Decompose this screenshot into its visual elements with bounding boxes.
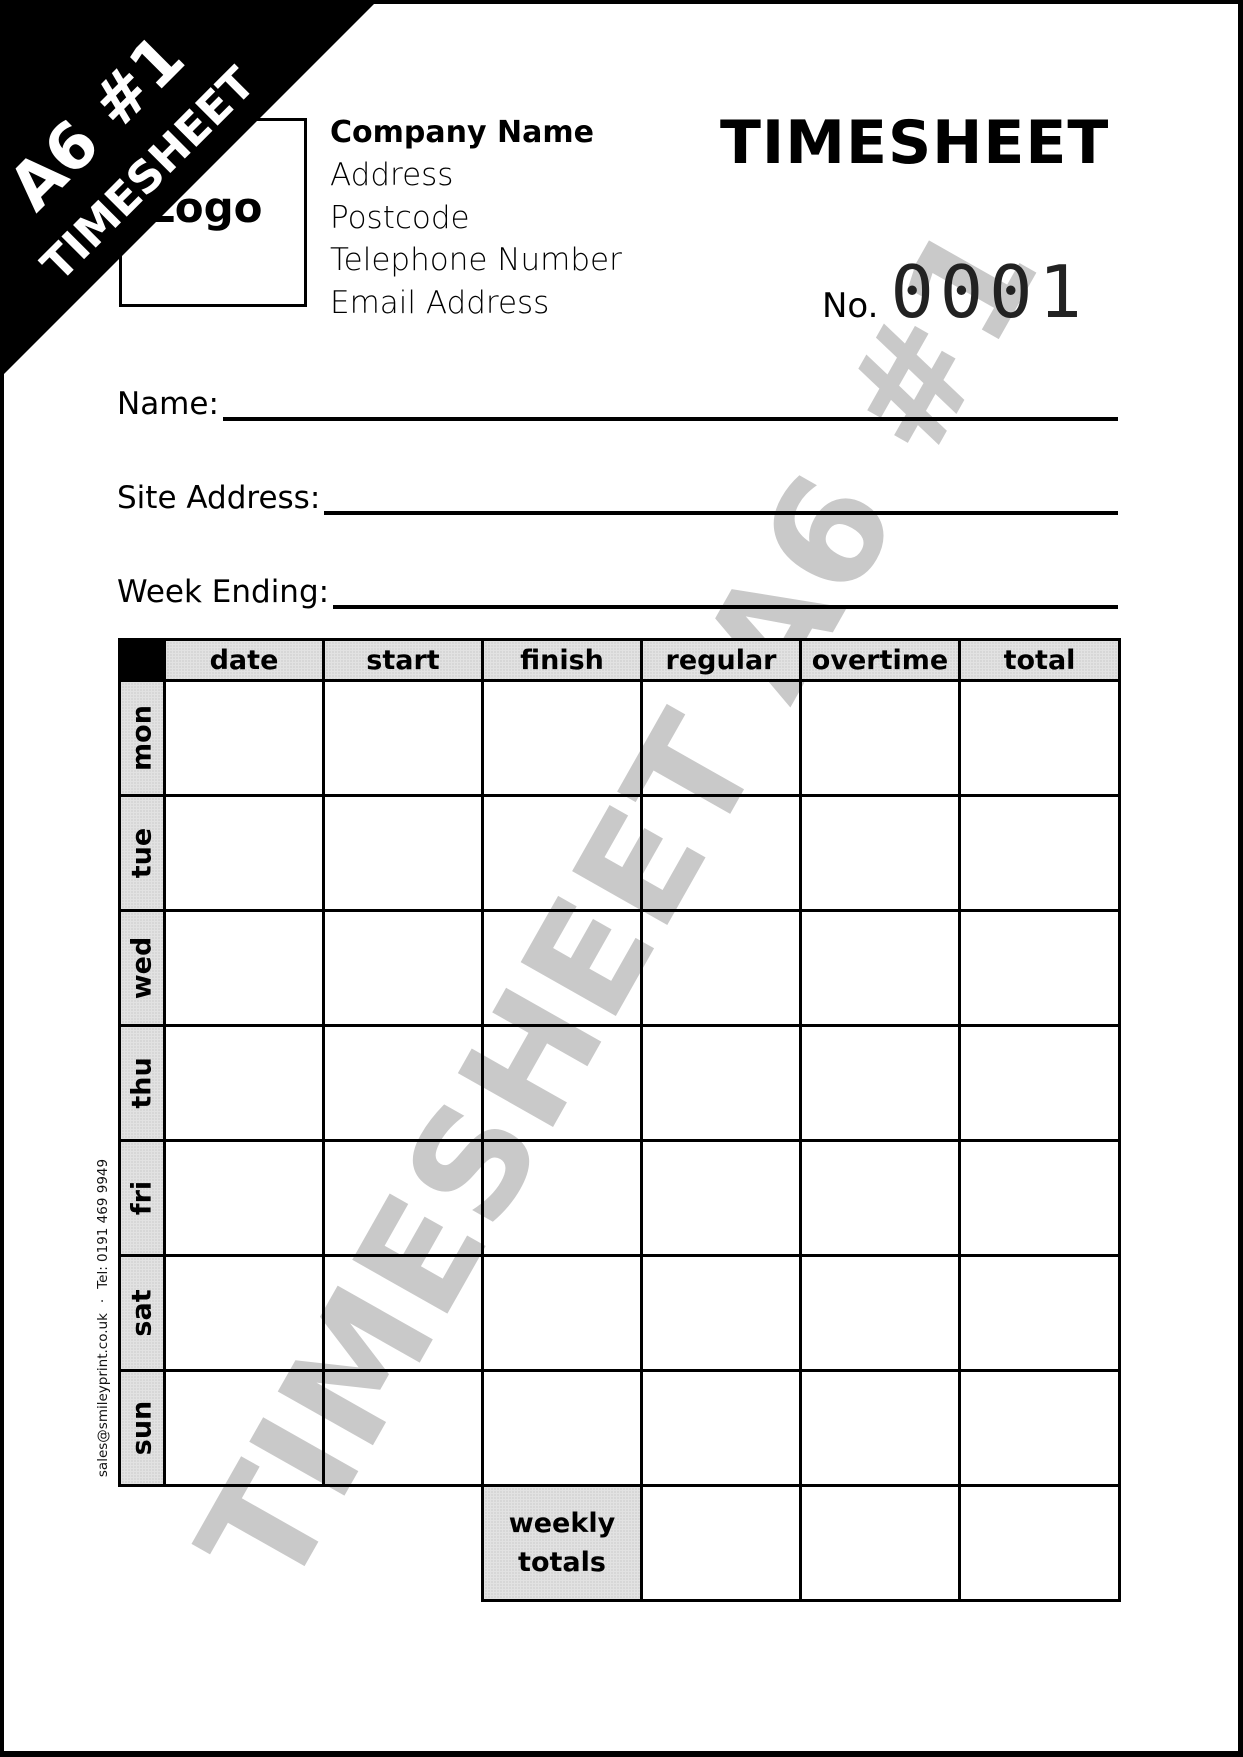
cell-fri-regular[interactable] xyxy=(640,1139,802,1257)
cell-sun-finish[interactable] xyxy=(481,1369,643,1487)
cell-sat-total[interactable] xyxy=(958,1254,1121,1372)
cell-mon-start[interactable] xyxy=(322,679,484,797)
column-header-date: date xyxy=(163,638,325,682)
cell-tue-start[interactable] xyxy=(322,794,484,912)
column-header-regular: regular xyxy=(640,638,802,682)
cell-sun-date[interactable] xyxy=(163,1369,325,1487)
cell-sun-start[interactable] xyxy=(322,1369,484,1487)
cell-sat-start[interactable] xyxy=(322,1254,484,1372)
cell-thu-start[interactable] xyxy=(322,1024,484,1142)
cell-sat-overtime[interactable] xyxy=(799,1254,961,1372)
name-input-line[interactable] xyxy=(222,416,1118,421)
cell-wed-finish[interactable] xyxy=(481,909,643,1027)
corner-banner: A6 #1 TIMESHEET xyxy=(0,0,380,380)
day-label: fri xyxy=(126,1180,158,1216)
day-label-cell: fri xyxy=(118,1139,166,1257)
weekly-total-total[interactable] xyxy=(958,1484,1121,1602)
document-title: TIMESHEET xyxy=(720,108,1110,178)
cell-tue-overtime[interactable] xyxy=(799,794,961,912)
day-label-cell: mon xyxy=(118,679,166,797)
document-number-prefix: No. xyxy=(822,286,879,326)
weekly-totals-label: weekly totals xyxy=(481,1484,643,1602)
cell-fri-total[interactable] xyxy=(958,1139,1121,1257)
column-header-overtime: overtime xyxy=(799,638,961,682)
corner-banner-triangle: A6 #1 TIMESHEET xyxy=(0,0,378,378)
cell-fri-finish[interactable] xyxy=(481,1139,643,1257)
cell-mon-finish[interactable] xyxy=(481,679,643,797)
cell-sun-total[interactable] xyxy=(958,1369,1121,1487)
day-label-cell: tue xyxy=(118,794,166,912)
printer-email: sales@smileyprint.co.uk xyxy=(95,1313,111,1478)
cell-sat-date[interactable] xyxy=(163,1254,325,1372)
cell-sat-finish[interactable] xyxy=(481,1254,643,1372)
cell-tue-total[interactable] xyxy=(958,794,1121,912)
cell-thu-finish[interactable] xyxy=(481,1024,643,1142)
document-number-value: 0001 xyxy=(890,250,1088,334)
printer-contact: sales@smileyprint.co.uk · Tel: 0191 469 99… xyxy=(95,1159,111,1477)
cell-fri-date[interactable] xyxy=(163,1139,325,1257)
week-ending-label: Week Ending: xyxy=(117,574,330,610)
day-label-cell: thu xyxy=(118,1024,166,1142)
name-field[interactable]: Name: xyxy=(117,386,1118,422)
cell-sat-regular[interactable] xyxy=(640,1254,802,1372)
site-address-field[interactable]: Site Address: xyxy=(117,480,1118,516)
column-header-finish: finish xyxy=(481,638,643,682)
day-label: thu xyxy=(126,1057,158,1109)
table-row-thu: thu xyxy=(118,1024,1121,1142)
table-row-fri: fri xyxy=(118,1139,1121,1257)
day-label: mon xyxy=(126,705,158,771)
table-row-tue: tue xyxy=(118,794,1121,912)
weekly-totals-spacer xyxy=(120,1486,483,1601)
day-label: sun xyxy=(126,1400,158,1456)
printer-contact-separator: · xyxy=(95,1298,111,1304)
printer-phone: Tel: 0191 469 9949 xyxy=(95,1158,111,1289)
weekly-totals-row: weekly totals xyxy=(120,1484,1121,1602)
weekly-total-regular[interactable] xyxy=(640,1484,802,1602)
column-header-start: start xyxy=(322,638,484,682)
column-header-total: total xyxy=(958,638,1121,682)
cell-fri-overtime[interactable] xyxy=(799,1139,961,1257)
table-row-wed: wed xyxy=(118,909,1121,1027)
day-label: sat xyxy=(126,1289,158,1337)
cell-mon-overtime[interactable] xyxy=(799,679,961,797)
table-row-mon: mon xyxy=(118,679,1121,797)
day-label-cell: wed xyxy=(118,909,166,1027)
week-ending-field[interactable]: Week Ending: xyxy=(117,574,1118,610)
weekly-totals-label-line2: totals xyxy=(518,1547,606,1578)
cell-wed-start[interactable] xyxy=(322,909,484,1027)
cell-wed-date[interactable] xyxy=(163,909,325,1027)
day-label-cell: sun xyxy=(118,1369,166,1487)
weekly-total-overtime[interactable] xyxy=(799,1484,961,1602)
cell-mon-date[interactable] xyxy=(163,679,325,797)
cell-wed-overtime[interactable] xyxy=(799,909,961,1027)
cell-tue-regular[interactable] xyxy=(640,794,802,912)
timesheet-table: date start finish regular overtime total… xyxy=(118,638,1121,1602)
name-label: Name: xyxy=(117,386,219,422)
cell-sun-regular[interactable] xyxy=(640,1369,802,1487)
table-row-sun: sun xyxy=(118,1369,1121,1487)
cell-wed-total[interactable] xyxy=(958,909,1121,1027)
cell-mon-total[interactable] xyxy=(958,679,1121,797)
cell-thu-overtime[interactable] xyxy=(799,1024,961,1142)
cell-wed-regular[interactable] xyxy=(640,909,802,1027)
day-label-cell: sat xyxy=(118,1254,166,1372)
day-label: tue xyxy=(126,827,158,879)
site-address-input-line[interactable] xyxy=(324,510,1118,515)
cell-tue-date[interactable] xyxy=(163,794,325,912)
cell-fri-start[interactable] xyxy=(322,1139,484,1257)
cell-tue-finish[interactable] xyxy=(481,794,643,912)
cell-mon-regular[interactable] xyxy=(640,679,802,797)
cell-thu-regular[interactable] xyxy=(640,1024,802,1142)
weekly-totals-label-line1: weekly xyxy=(508,1508,616,1539)
site-address-label: Site Address: xyxy=(117,480,321,516)
table-header-row: date start finish regular overtime total xyxy=(118,638,1121,682)
cell-thu-total[interactable] xyxy=(958,1024,1121,1142)
table-row-sat: sat xyxy=(118,1254,1121,1372)
day-label: wed xyxy=(126,936,158,1000)
week-ending-input-line[interactable] xyxy=(333,604,1118,609)
cell-thu-date[interactable] xyxy=(163,1024,325,1142)
cell-sun-overtime[interactable] xyxy=(799,1369,961,1487)
table-corner-cell xyxy=(118,638,166,682)
document-number: No. 0001 xyxy=(822,250,1088,334)
